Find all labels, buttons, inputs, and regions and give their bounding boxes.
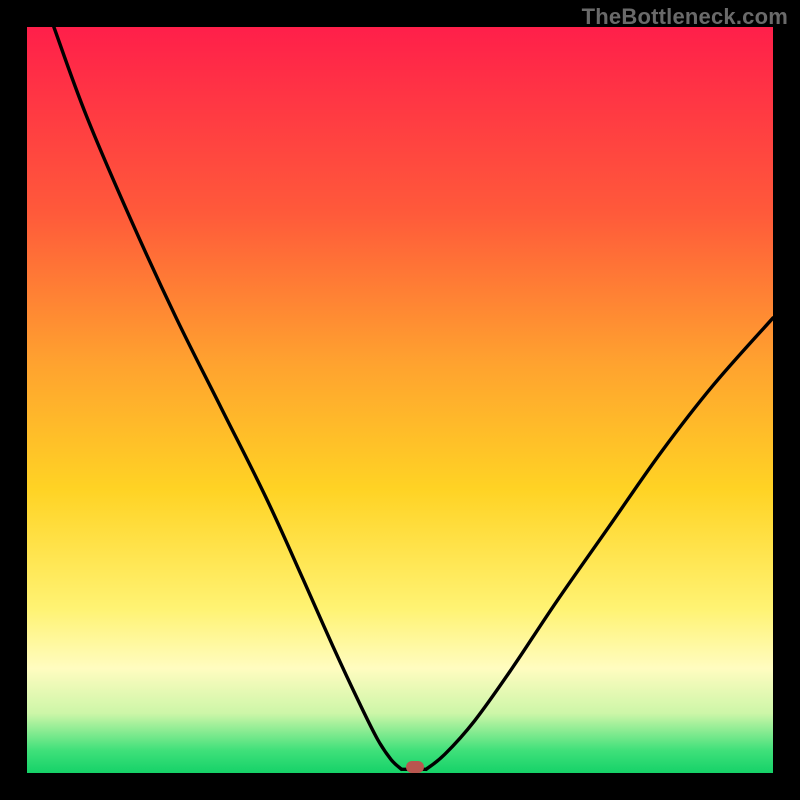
curve-left-branch xyxy=(54,27,402,769)
plot-area xyxy=(27,27,773,773)
curve-right-branch xyxy=(426,318,773,769)
bottleneck-curve xyxy=(27,27,773,773)
optimal-marker xyxy=(406,761,424,773)
chart-frame: TheBottleneck.com xyxy=(0,0,800,800)
